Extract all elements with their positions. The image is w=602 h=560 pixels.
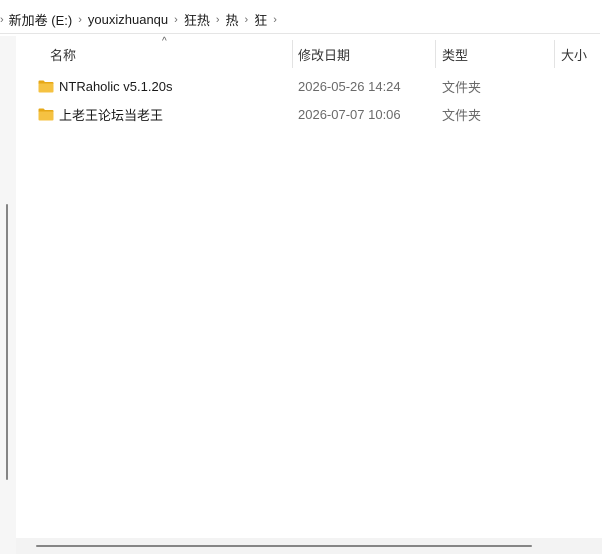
list-item[interactable]: 上老王论坛当老王 2026-07-07 10:06 文件夹 bbox=[16, 100, 602, 128]
file-name: NTRaholic v5.1.20s bbox=[59, 78, 173, 94]
file-modified: 2026-07-07 10:06 bbox=[298, 106, 401, 122]
file-name: 上老王论坛当老王 bbox=[59, 107, 164, 123]
chevron-right-icon[interactable]: › bbox=[0, 14, 4, 26]
column-header-size-label: 大小 bbox=[561, 47, 588, 63]
vertical-scrollbar-thumb[interactable] bbox=[6, 204, 8, 480]
folder-icon bbox=[38, 80, 54, 93]
column-header-modified[interactable]: 修改日期 bbox=[293, 36, 435, 72]
chevron-right-icon[interactable]: › bbox=[273, 14, 277, 26]
chevron-right-icon[interactable]: › bbox=[78, 14, 82, 26]
column-header-modified-label: 修改日期 bbox=[298, 47, 351, 63]
column-header-name-label: 名称 bbox=[50, 47, 77, 63]
horizontal-scrollbar[interactable] bbox=[16, 538, 602, 554]
column-header-type-label: 类型 bbox=[442, 47, 469, 63]
breadcrumb-item-youxizhuanqu[interactable]: youxizhuanqu bbox=[86, 10, 170, 29]
file-type: 文件夹 bbox=[442, 107, 482, 123]
list-item[interactable]: NTRaholic v5.1.20s 2026-05-26 14:24 文件夹 bbox=[16, 72, 602, 100]
file-modified: 2026-05-26 14:24 bbox=[298, 78, 401, 94]
file-name-cell[interactable]: NTRaholic v5.1.20s bbox=[38, 72, 172, 100]
chevron-right-icon[interactable]: › bbox=[245, 14, 249, 26]
file-list: NTRaholic v5.1.20s 2026-05-26 14:24 文件夹 … bbox=[16, 72, 602, 128]
folder-icon bbox=[38, 108, 54, 121]
horizontal-scrollbar-thumb[interactable] bbox=[36, 545, 532, 547]
chevron-right-icon[interactable]: › bbox=[216, 14, 220, 26]
breadcrumb-item-re[interactable]: 热 bbox=[224, 8, 241, 31]
window-bottom-edge bbox=[0, 554, 602, 560]
navigation-pane-edge bbox=[0, 36, 16, 560]
file-explorer-window: › 新加卷 (E:) › youxizhuanqu › 狂热 › 热 › 狂 ›… bbox=[0, 0, 602, 560]
breadcrumb[interactable]: › 新加卷 (E:) › youxizhuanqu › 狂热 › 热 › 狂 › bbox=[0, 6, 600, 34]
breadcrumb-item-kuang[interactable]: 狂 bbox=[252, 8, 269, 31]
breadcrumb-item-kuangre[interactable]: 狂热 bbox=[182, 8, 212, 31]
breadcrumb-item-drive[interactable]: 新加卷 (E:) bbox=[7, 8, 75, 31]
file-name-cell[interactable]: 上老王论坛当老王 bbox=[38, 100, 163, 128]
chevron-right-icon[interactable]: › bbox=[174, 14, 178, 26]
file-type: 文件夹 bbox=[442, 79, 482, 95]
column-header-name[interactable]: 名称 bbox=[16, 36, 292, 72]
column-header-size[interactable]: 大小 bbox=[555, 36, 602, 72]
column-header-type[interactable]: 类型 bbox=[436, 36, 554, 72]
column-header-row: ^ 名称 修改日期 类型 大小 bbox=[16, 36, 602, 72]
